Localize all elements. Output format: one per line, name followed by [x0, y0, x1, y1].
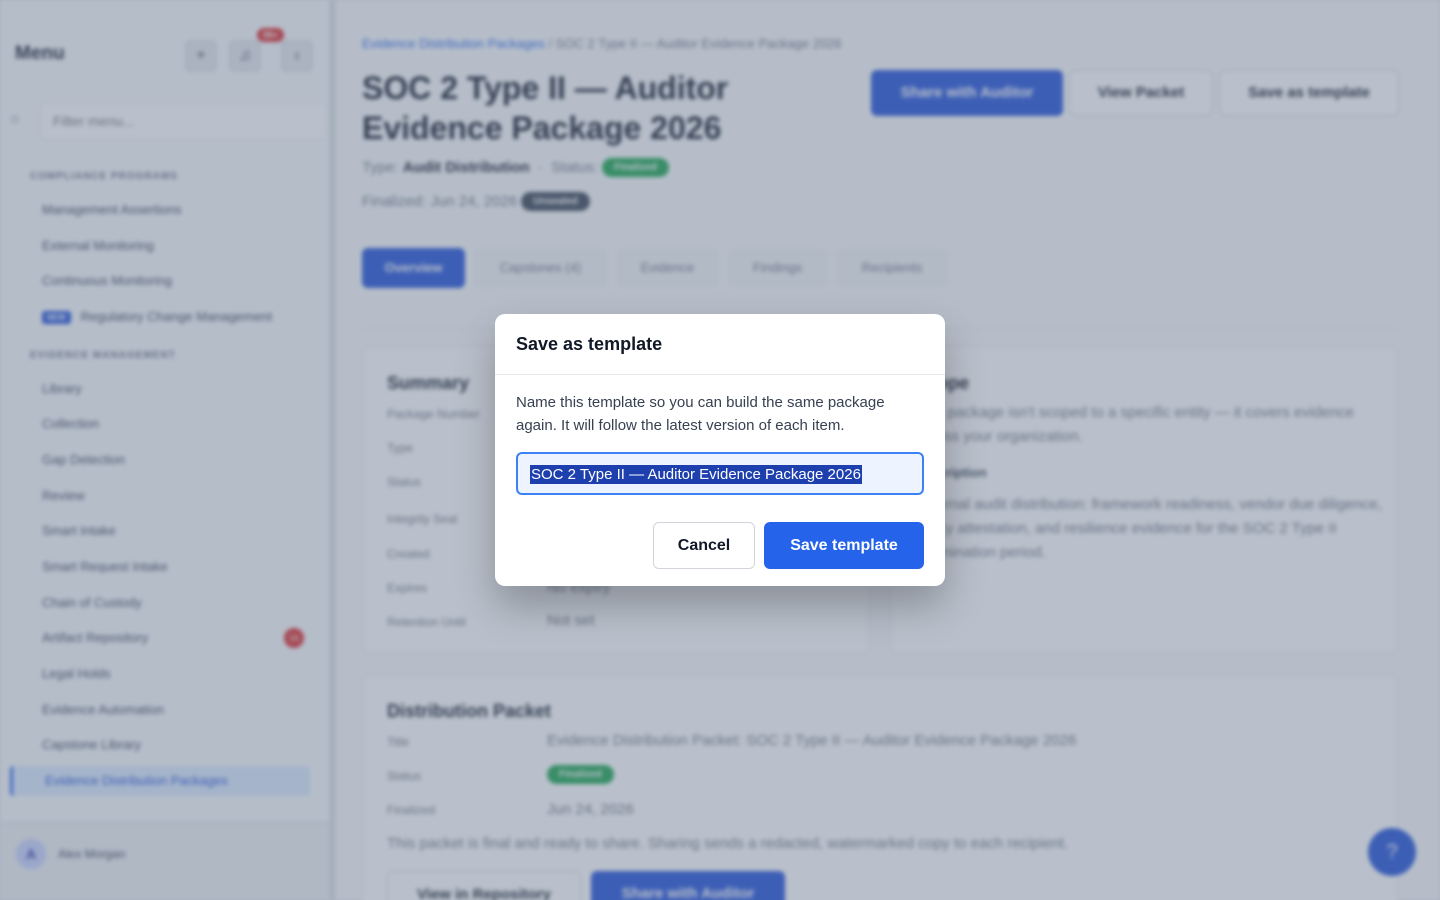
dialog-title: Save as template: [516, 334, 663, 354]
dialog-description: Name this template so you can build the …: [516, 394, 885, 434]
template-name-input[interactable]: SOC 2 Type II — Auditor Evidence Package…: [516, 452, 924, 495]
template-name-value: SOC 2 Type II — Auditor Evidence Package…: [530, 465, 862, 484]
dialog-divider: [495, 374, 945, 375]
save-template-button[interactable]: Save template: [764, 522, 924, 569]
cancel-button[interactable]: Cancel: [653, 522, 755, 569]
save-template-dialog: Save as template Name this template so y…: [495, 314, 945, 586]
